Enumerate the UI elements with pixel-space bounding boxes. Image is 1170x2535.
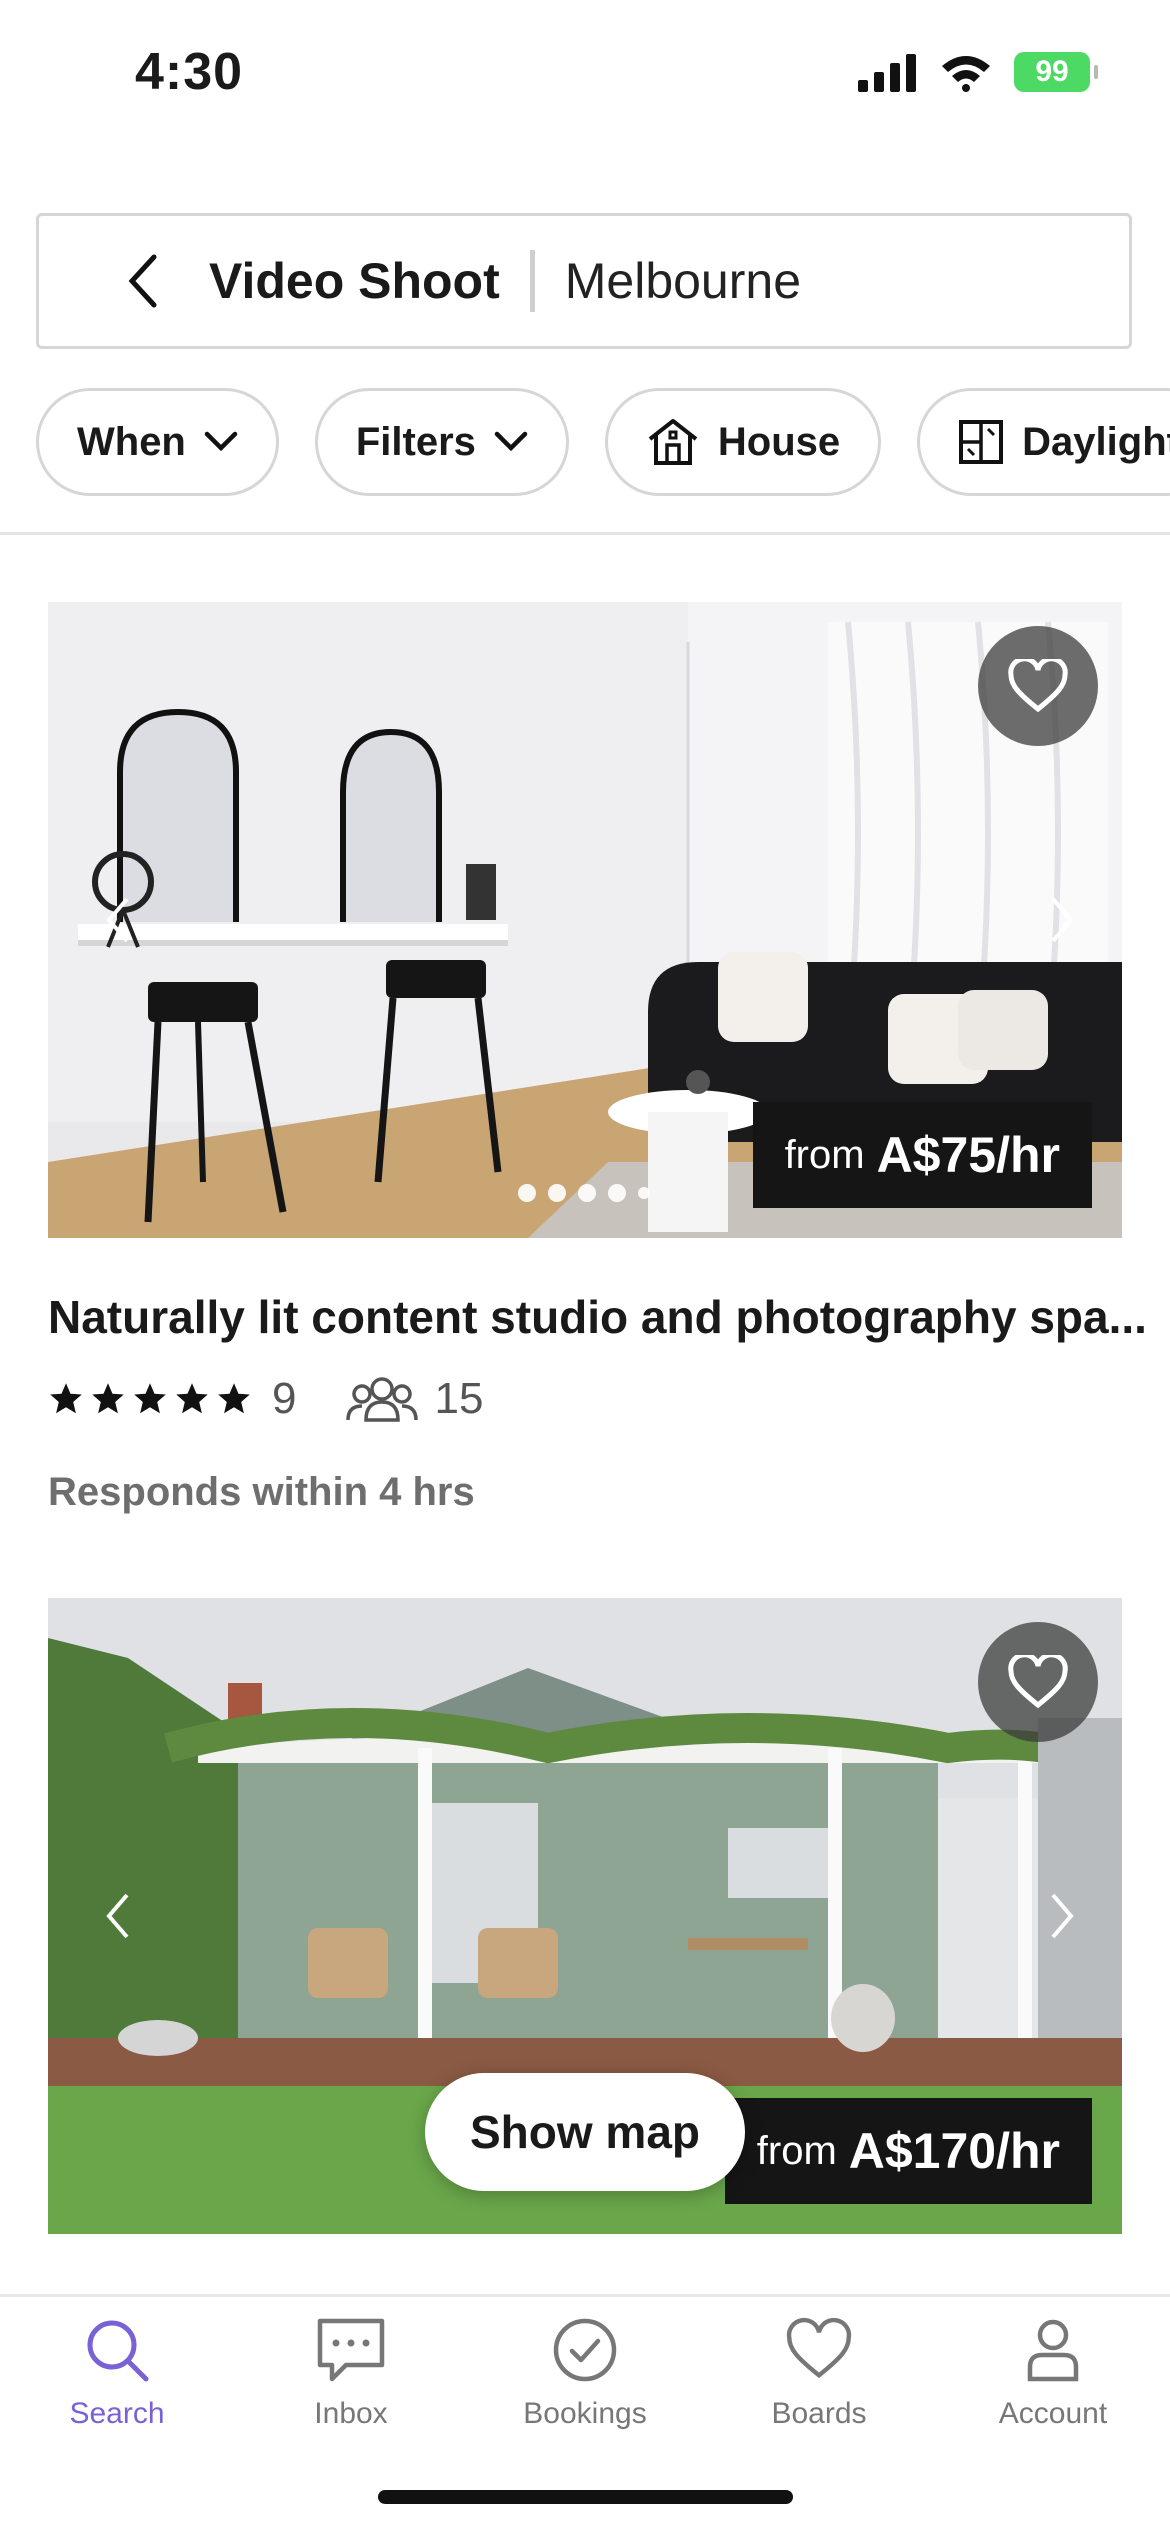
back-button[interactable] [99, 216, 189, 346]
chevron-right-icon [1051, 897, 1074, 943]
chevron-left-icon [128, 254, 157, 308]
favorite-button[interactable] [978, 1622, 1098, 1742]
price-tag: from A$75/hr [752, 1102, 1092, 1208]
chevron-down-icon [204, 431, 238, 452]
nav-label: Account [998, 2397, 1108, 2430]
nav-label: Boards [771, 2397, 867, 2430]
photo-dots [518, 1184, 650, 1202]
star-rating [48, 1381, 252, 1417]
chip-label: House [717, 419, 841, 464]
heart-icon [786, 2317, 852, 2379]
nav-account[interactable]: Account [936, 2317, 1170, 2431]
search-activity[interactable]: Video Shoot [209, 252, 500, 310]
star-icon [176, 1383, 208, 1414]
price-prefix: from [756, 2128, 837, 2173]
guest-capacity: 15 [434, 1374, 484, 1423]
search-location[interactable]: Melbourne [565, 252, 801, 310]
listing-title[interactable]: Naturally lit content studio and photogr… [48, 1290, 1147, 1344]
nav-label: Bookings [523, 2397, 647, 2430]
chip-label: When [77, 419, 186, 464]
nav-inbox[interactable]: Inbox [234, 2317, 468, 2431]
search-divider [529, 250, 535, 312]
status-icons: 99 [858, 52, 1098, 92]
price-value: A$75/hr [876, 1127, 1060, 1183]
next-photo-button[interactable] [1032, 1876, 1092, 1956]
status-time: 4:30 [135, 43, 244, 101]
photo-dot [578, 1184, 596, 1202]
filters-chip[interactable]: Filters [314, 388, 569, 496]
chevron-right-icon [1051, 1893, 1074, 1939]
rating-row: 9 15 [48, 1374, 483, 1424]
photo-dot [518, 1184, 536, 1202]
heart-icon [1008, 659, 1068, 713]
nav-bookings[interactable]: Bookings [468, 2317, 702, 2431]
heart-icon [1008, 1655, 1068, 1709]
star-icon [134, 1383, 166, 1414]
chip-label: Daylight [1022, 419, 1170, 464]
when-chip[interactable]: When [36, 388, 279, 496]
nav-boards[interactable]: Boards [702, 2317, 936, 2431]
house-chip[interactable]: House [604, 388, 882, 496]
photo-dot [638, 1187, 650, 1199]
house-icon [648, 419, 698, 465]
battery-icon: 99 [1014, 52, 1098, 92]
nav-label: Inbox [314, 2397, 388, 2430]
price-prefix: from [784, 1132, 865, 1177]
previous-photo-button[interactable] [88, 880, 148, 960]
next-photo-button[interactable] [1032, 880, 1092, 960]
daylight-chip[interactable]: Daylight [917, 388, 1170, 496]
nav-label: Search [69, 2397, 165, 2430]
search-icon [87, 2320, 149, 2382]
show-map-button[interactable]: Show map [425, 2073, 745, 2191]
photo-dot [608, 1184, 626, 1202]
person-icon [1027, 2319, 1079, 2382]
previous-photo-button[interactable] [88, 1876, 148, 1956]
wifi-icon [942, 56, 990, 92]
chevron-left-icon [106, 897, 129, 943]
nav-search[interactable]: Search [0, 2317, 234, 2431]
home-indicator [378, 2490, 793, 2504]
favorite-button[interactable] [978, 626, 1098, 746]
filter-chips: When Filters House Daylight [36, 388, 1170, 496]
photo-dot [548, 1184, 566, 1202]
window-icon [959, 420, 1004, 464]
response-time: Responds within 4 hrs [48, 1470, 475, 1514]
people-icon [346, 1377, 419, 1422]
listing-photo[interactable]: from A$75/hr [48, 602, 1122, 1238]
star-icon [92, 1383, 124, 1414]
price-value: A$170/hr [848, 2123, 1060, 2179]
chip-label: Filters [355, 419, 476, 464]
chat-icon [317, 2318, 385, 2382]
filters-divider [0, 532, 1170, 535]
chevron-down-icon [494, 431, 528, 452]
signal-icon [858, 54, 916, 92]
star-icon [50, 1383, 82, 1414]
price-tag: from A$170/hr [724, 2098, 1092, 2204]
review-count: 9 [272, 1374, 297, 1423]
star-icon [218, 1383, 250, 1414]
search-bar[interactable]: Video Shoot Melbourne [36, 213, 1132, 349]
check-circle-icon [553, 2318, 617, 2382]
chevron-left-icon [106, 1893, 129, 1939]
